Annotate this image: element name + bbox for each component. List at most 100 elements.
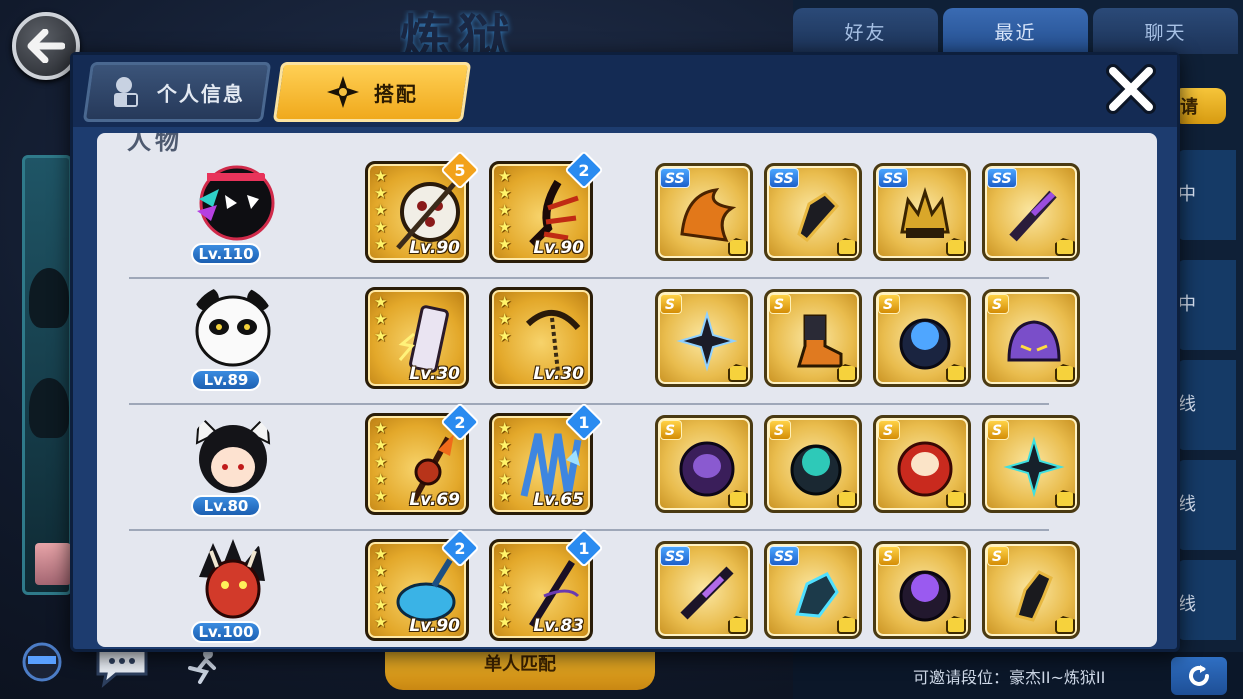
back-arrow-icon [27,29,65,63]
background-character-card [22,155,72,595]
violet-blade-icon [680,566,734,620]
close-button[interactable] [1101,59,1161,119]
tab-friends[interactable]: 好友 [793,8,938,54]
cat-ear-girl-portrait [195,412,271,493]
refresh-icon [1189,665,1209,686]
friend-list-item[interactable]: 中 [1178,260,1236,350]
weapon-level: Lv.90 [533,238,584,258]
level-badge: Lv.110 [191,243,261,265]
invite-rank-text: 可邀请段位：豪杰II~炼狱II [913,668,1106,687]
equipment-slot-shuriken[interactable]: S [655,289,753,387]
loadout-modal: 个人信息 搭配 人物 Lv.110 ★ ★ ★ ★ ★ Lv.90 5 ★ ★ … [70,52,1180,652]
modal-header: 个人信息 搭配 [73,55,1177,127]
dark-shuriken-icon [1003,436,1065,498]
person-icon [114,77,138,107]
weapon-slot-round-blade[interactable]: ★ ★ ★ ★ ★ Lv.90 5 [365,150,480,263]
weapon-slot-fire-staff[interactable]: ★ ★ ★ ★ ★ Lv.69 2 [365,402,480,515]
weapon-level: Lv.65 [533,490,584,510]
equipment-slot-dark-gauntlet[interactable]: SS [764,163,862,261]
tab-chat[interactable]: 聊天 [1093,8,1238,54]
weapon-slot-red-claw[interactable]: ★ ★ ★ ★ ★ Lv.90 2 [489,150,604,263]
red-daruma-icon [897,441,953,497]
shuriken-item-icon [676,310,738,372]
tab-profile-label: 个人信息 [157,81,245,106]
friend-list-item[interactable]: 线 [1178,460,1236,550]
blue-orb-ring-icon [899,318,951,370]
equipment-slot-purple-helmet[interactable]: S [982,289,1080,387]
character-row: Lv.110 ★★★★★ Lv.90 5 ★★★★★ Lv.90 [97,150,1157,279]
level-badge: Lv.80 [191,495,261,517]
character-row: Lv.89 ★ ★ ★ Lv.30 ★ ★ ★ Lv.30 S S S S [97,279,1157,405]
equipment-slot-dark-shuriken[interactable]: S [982,415,1080,513]
panda-ninja-portrait [195,287,271,367]
friend-list-item[interactable]: 线 [1178,560,1236,640]
weapon-level: Lv.69 [409,490,460,510]
star-rating: ★ ★ ★ ★ ★ [498,167,512,253]
star-rating: ★ ★ ★ ★ ★ [498,545,512,631]
character-avatar-panda[interactable]: Lv.89 [177,285,287,391]
equipment-slot-red-daruma[interactable]: S [873,415,971,513]
weapon-level: Lv.90 [409,238,460,258]
violet-orb-ring-icon [899,570,951,622]
equipment-slot-teal-orb-ring[interactable]: S [764,415,862,513]
weapon-level: Lv.30 [533,364,584,384]
tab-recent[interactable]: 最近 [943,8,1088,54]
crystal-gauntlet-icon [794,572,839,618]
spiked-helm-icon [900,187,950,238]
ninja-boot-icon [796,314,843,368]
stickman-ninja-portrait [197,165,275,241]
weapon-level: Lv.30 [409,364,460,384]
teal-orb-ring-icon [790,444,842,496]
weapon-level: Lv.90 [409,616,460,636]
loadout-content: 人物 Lv.110 ★ ★ ★ ★ ★ Lv.90 5 ★ ★ ★ ★ ★ Lv… [97,133,1157,647]
dark-gauntlet-icon [797,192,840,243]
star-rating: ★ ★ ★ ★ ★ [374,167,388,253]
level-badge: Lv.89 [191,369,261,391]
solo-match-button[interactable]: 单人匹配 [385,650,655,690]
character-avatar-stickman[interactable]: Lv.110 [177,159,287,265]
weapon-slot-dark-katana[interactable]: ★ ★ ★ ★ ★ Lv.83 1 [489,528,604,641]
star-rating: ★ ★ ★ ★ ★ [374,419,388,505]
tab-loadout[interactable]: 搭配 [272,62,472,122]
equipment-slot-spiked-helm[interactable]: SS [873,163,971,261]
character-avatar-oni[interactable]: Lv.100 [177,537,287,643]
equipment-slot-violet-orb-ring[interactable]: S [873,541,971,639]
weapon-slot-ice-fan[interactable]: ★ ★ ★ ★ ★ Lv.65 1 [489,402,604,515]
character-avatar-cat-girl[interactable]: Lv.80 [177,411,287,517]
equipment-slot-violet-blade[interactable]: SS [655,541,753,639]
refresh-button[interactable] [1171,657,1227,695]
player-thumbnail [35,543,71,585]
equipment-slot-crystal-gauntlet[interactable]: SS [764,541,862,639]
weapon-slot-sickle-chain[interactable]: ★ ★ ★ Lv.30 [489,287,593,389]
star-rating: ★ ★ ★ ★ ★ [498,419,512,505]
shuriken-icon [327,76,359,108]
friend-list-item[interactable]: 中 [1178,150,1236,240]
black-glove-icon [1015,570,1053,622]
equipment-slot-flame-scroll[interactable]: SS [655,163,753,261]
equipment-slot-purple-daruma[interactable]: S [655,415,753,513]
running-man-icon[interactable] [184,646,224,686]
weapon-slot-water-hammer[interactable]: ★ ★ ★ ★ ★ Lv.90 2 [365,528,480,641]
equipment-slot-blue-orb-ring[interactable]: S [873,289,971,387]
weapon-level: Lv.83 [533,616,584,636]
level-badge: Lv.100 [191,621,261,643]
ninja-avatar-icon[interactable] [14,640,70,690]
oni-mask-ninja-portrait [199,539,265,619]
tab-profile[interactable]: 个人信息 [82,62,272,122]
purple-blade-icon [1009,190,1057,242]
weapon-slot-lightning-phone[interactable]: ★ ★ ★ Lv.30 [365,287,469,389]
close-icon [1106,64,1156,114]
star-rating: ★ ★ ★ [374,293,388,345]
invite-button[interactable]: 请 [1178,88,1226,124]
flame-scroll-icon [680,188,737,242]
star-rating: ★ ★ ★ [498,293,512,345]
equipment-slot-ninja-boot[interactable]: S [764,289,862,387]
equipment-slot-black-glove[interactable]: S [982,541,1080,639]
tab-loadout-label: 搭配 [374,81,418,106]
character-row: Lv.100 ★ ★ ★ ★ ★ Lv.90 2 ★ ★ ★ ★ ★ Lv.83 1 [97,528,1157,647]
equipment-slot-purple-blade[interactable]: SS [982,163,1080,261]
invite-rank-bar: 可邀请段位：豪杰II~炼狱II [793,652,1243,699]
purple-helmet-icon [1007,320,1061,362]
star-rating: ★ ★ ★ ★ ★ [374,545,388,631]
friend-list-item[interactable]: 线 [1178,360,1236,450]
